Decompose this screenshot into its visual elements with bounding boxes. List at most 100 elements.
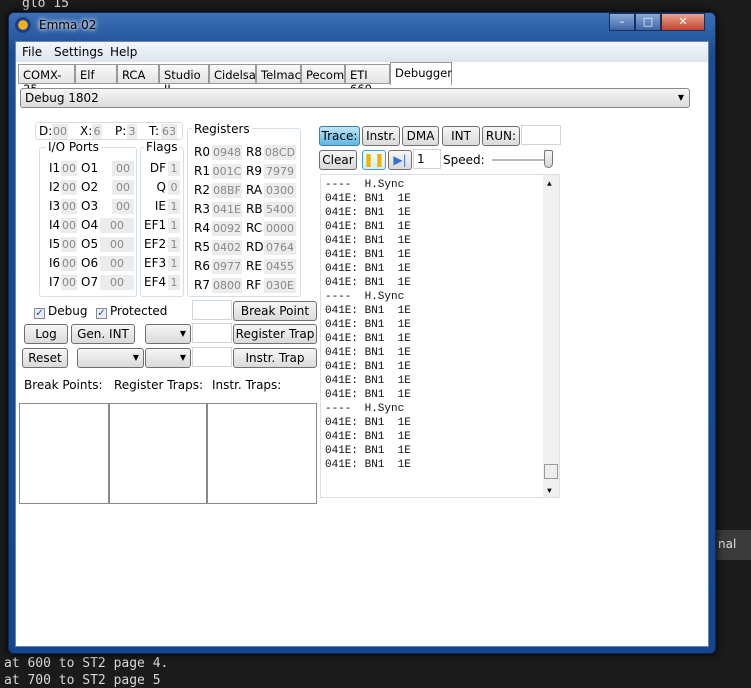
registers-title: Registers — [192, 122, 252, 136]
break-point-input[interactable] — [192, 300, 232, 320]
trace-line: 041E: BN1 1E — [325, 417, 411, 429]
speed-slider[interactable] — [492, 159, 552, 161]
menu-settings[interactable]: Settings — [54, 45, 103, 59]
instr-trap-button[interactable]: Instr. Trap — [233, 348, 317, 368]
gen-int-button[interactable]: Gen. INT — [71, 324, 135, 344]
close-button[interactable]: ✕ — [661, 13, 705, 31]
input-port-label: I5 — [49, 237, 61, 251]
checkbox-checked-icon: ✓ — [96, 308, 107, 319]
instr-button[interactable]: Instr. — [362, 126, 400, 146]
scroll-down-icon[interactable]: ▼ — [547, 485, 552, 499]
tab-debugger[interactable]: Debugger — [390, 62, 452, 85]
register-value: 0455 — [264, 259, 296, 274]
input-port-label: I7 — [49, 275, 61, 289]
register-value: 5400 — [264, 202, 296, 217]
trace-line: 041E: BN1 1E — [325, 277, 411, 289]
menu-file[interactable]: File — [22, 45, 42, 59]
trace-line: ---- H.Sync — [325, 179, 405, 191]
input-port-value: 00 — [61, 237, 77, 252]
output-port-value: 00 — [112, 161, 134, 176]
flag-label: EF1 — [144, 218, 167, 232]
break-point-button[interactable]: Break Point — [233, 301, 317, 321]
instr-trap-select-2[interactable] — [145, 348, 191, 368]
trace-line: 041E: BN1 1E — [325, 319, 411, 331]
register-label: R4 — [194, 221, 210, 235]
output-port-label: O1 — [81, 161, 99, 175]
flag-label: EF4 — [144, 275, 167, 289]
flag-label: DF — [149, 161, 166, 175]
output-port-value: 00 — [100, 237, 134, 252]
register-label: R8 — [246, 145, 262, 159]
tab-eti660[interactable]: ETI 660 — [345, 64, 390, 96]
input-port-value: 00 — [61, 275, 77, 290]
x-label: X: — [80, 124, 93, 138]
terminal-text: glo 15 — [22, 0, 69, 11]
register-label: RE — [246, 259, 262, 273]
protected-checkbox[interactable]: ✓ Protected — [96, 304, 167, 319]
input-port-value: 00 — [61, 199, 77, 214]
tab-studio-ii[interactable]: Studio II — [159, 64, 209, 96]
flag-value: 1 — [168, 199, 180, 214]
reset-button[interactable]: Reset — [22, 348, 68, 368]
break-points-list[interactable] — [19, 403, 109, 504]
register-value: 0300 — [264, 183, 296, 198]
int-button[interactable]: INT — [442, 126, 480, 146]
debug-checkbox[interactable]: ✓ Debug — [34, 304, 87, 319]
menu-help[interactable]: Help — [110, 45, 137, 59]
trace-line: 041E: BN1 1E — [325, 445, 411, 457]
debug-cpu-value: Debug 1802 — [25, 91, 99, 105]
maximize-button[interactable]: □ — [635, 13, 661, 31]
instr-trap-select-1[interactable] — [77, 348, 144, 368]
output-port-label: O6 — [81, 256, 99, 270]
app-logo-icon — [15, 17, 31, 33]
output-port-label: O3 — [81, 199, 99, 213]
dma-button[interactable]: DMA — [402, 126, 439, 146]
output-port-value: 00 — [100, 256, 134, 271]
debug-cpu-select[interactable]: Debug 1802 ▼ — [20, 88, 690, 108]
tab-comx35[interactable]: COMX-35 — [18, 64, 75, 96]
menu-bar: File Settings Help — [16, 42, 708, 62]
trace-output[interactable]: ---- H.Sync 041E: BN1 1E 041E: BN1 1E 041E:… — [320, 174, 560, 498]
instr-traps-list[interactable] — [207, 403, 317, 504]
trace-line: 041E: BN1 1E — [325, 193, 411, 205]
tab-elf[interactable]: Elf — [75, 64, 117, 84]
register-trap-input[interactable] — [192, 323, 232, 343]
step-button[interactable]: ▶| — [388, 150, 412, 170]
speed-slider-thumb[interactable] — [544, 150, 553, 168]
trace-line: 041E: BN1 1E — [325, 361, 411, 373]
scrollbar-thumb[interactable] — [544, 464, 558, 479]
register-traps-list[interactable] — [109, 403, 207, 504]
input-port-label: I2 — [49, 180, 61, 194]
run-button[interactable]: RUN: — [482, 126, 520, 146]
pause-button[interactable]: ❚❚ — [362, 150, 386, 170]
trace-line: 041E: BN1 1E — [325, 459, 411, 471]
tab-cidelsa[interactable]: Cidelsa — [209, 64, 256, 84]
clear-button[interactable]: Clear — [319, 150, 357, 170]
instr-trap-input[interactable] — [192, 347, 232, 367]
step-count-input[interactable]: 1 — [413, 149, 441, 169]
trace-line: 041E: BN1 1E — [325, 333, 411, 345]
log-button[interactable]: Log — [24, 324, 68, 344]
trace-line: ---- H.Sync — [325, 291, 405, 303]
run-address-input[interactable] — [521, 125, 561, 145]
step-icon: ▶| — [393, 153, 407, 167]
minimize-button[interactable]: – — [609, 13, 635, 31]
trace-button[interactable]: Trace: — [319, 126, 360, 146]
flag-label: EF2 — [144, 237, 167, 251]
x-value: 6 — [92, 124, 102, 139]
tab-telmac[interactable]: Telmac — [256, 64, 301, 84]
client-area: File Settings Help COMX-35 Elf RCA Studi… — [15, 41, 709, 647]
trace-scrollbar[interactable]: ▲ ▼ — [543, 175, 559, 497]
register-trap-select[interactable] — [145, 324, 191, 344]
register-label: R0 — [194, 145, 210, 159]
register-trap-button[interactable]: Register Trap — [233, 324, 317, 344]
register-value: 041E — [212, 202, 242, 217]
flag-value: 0 — [168, 180, 180, 195]
tab-pecom[interactable]: Pecom — [301, 64, 345, 84]
tab-rca[interactable]: RCA — [117, 64, 159, 84]
output-port-label: O4 — [81, 218, 99, 232]
p-value: 3 — [127, 124, 137, 139]
t-value: 63 — [161, 124, 177, 139]
scroll-up-icon[interactable]: ▲ — [547, 178, 552, 192]
register-value: 0800 — [212, 278, 242, 293]
